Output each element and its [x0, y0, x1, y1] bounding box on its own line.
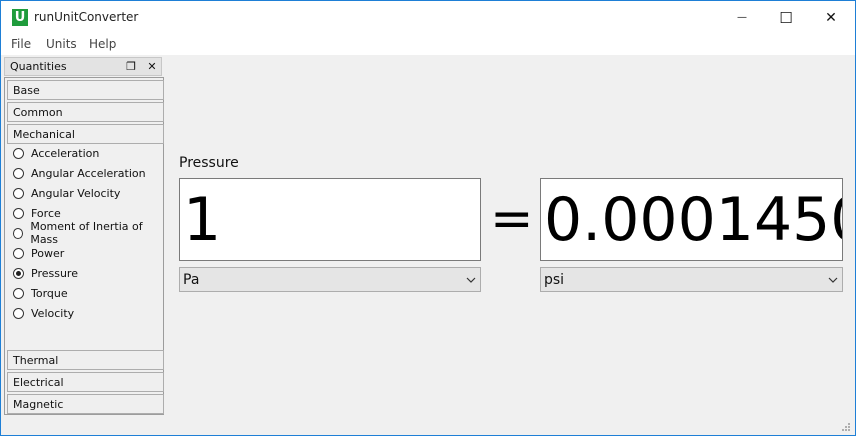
- window-title: runUnitConverter: [34, 10, 139, 24]
- quantity-label: Pressure: [179, 155, 239, 171]
- from-unit-dropdown[interactable]: Pa: [179, 267, 481, 292]
- radio-label: Angular Acceleration: [31, 166, 146, 180]
- menu-help[interactable]: Help: [89, 37, 116, 51]
- section-magnetic[interactable]: Magnetic: [7, 394, 164, 414]
- minimize-icon: —: [737, 12, 747, 23]
- radio-label: Velocity: [31, 306, 75, 320]
- menu-file[interactable]: File: [11, 37, 31, 51]
- radio-velocity[interactable]: Velocity: [13, 304, 74, 322]
- quantities-toolbox: Base Common Mechanical Acceleration Angu…: [4, 77, 164, 415]
- output-value-field[interactable]: 0.0001450: [540, 178, 843, 261]
- radio-button-icon[interactable]: [13, 307, 24, 319]
- radio-label: Acceleration: [31, 146, 100, 160]
- equals-sign: =: [490, 189, 534, 249]
- radio-torque[interactable]: Torque: [13, 284, 68, 302]
- menu-units[interactable]: Units: [46, 37, 77, 51]
- radio-label: Torque: [31, 286, 68, 300]
- radio-label: Pressure: [31, 266, 78, 280]
- close-button[interactable]: ✕: [808, 1, 854, 34]
- radio-label: Force: [31, 206, 61, 220]
- radio-button-icon[interactable]: [13, 227, 24, 239]
- from-unit-value: Pa: [183, 272, 200, 288]
- radio-acceleration[interactable]: Acceleration: [13, 144, 99, 162]
- section-thermal[interactable]: Thermal: [7, 350, 164, 370]
- section-base[interactable]: Base: [7, 80, 164, 100]
- radio-button-icon[interactable]: [13, 207, 24, 219]
- radio-button-icon[interactable]: [13, 287, 24, 299]
- maximize-icon: ☐: [779, 8, 793, 27]
- to-unit-value: psi: [544, 272, 565, 288]
- radio-button-icon[interactable]: [13, 147, 24, 159]
- section-mechanical[interactable]: Mechanical: [7, 124, 164, 144]
- input-value-field[interactable]: 1: [179, 178, 481, 261]
- quantities-dock-title[interactable]: Quantities ❐ ✕: [4, 57, 162, 76]
- minimize-button[interactable]: —: [719, 1, 765, 34]
- radio-power[interactable]: Power: [13, 244, 64, 262]
- to-unit-dropdown[interactable]: psi: [540, 267, 843, 292]
- radio-button-icon[interactable]: [13, 187, 24, 199]
- radio-moment-of-inertia[interactable]: Moment of Inertia of Mass: [13, 220, 163, 246]
- radio-button-icon[interactable]: [13, 247, 24, 259]
- main-window: U runUnitConverter — ☐ ✕ File Units Help…: [0, 0, 856, 436]
- radio-button-checked-icon[interactable]: [13, 267, 24, 279]
- menu-bar: File Units Help: [1, 34, 855, 55]
- app-icon: U: [12, 9, 28, 26]
- radio-button-icon[interactable]: [13, 167, 24, 179]
- radio-angular-acceleration[interactable]: Angular Acceleration: [13, 164, 146, 182]
- radio-label: Angular Velocity: [31, 186, 121, 200]
- dock-title-label: Quantities: [10, 60, 67, 73]
- dock-float-icon[interactable]: ❐: [123, 59, 139, 75]
- radio-label: Moment of Inertia of Mass: [30, 220, 143, 246]
- radio-pressure[interactable]: Pressure: [13, 264, 78, 282]
- close-icon: ✕: [825, 9, 837, 26]
- radio-angular-velocity[interactable]: Angular Velocity: [13, 184, 120, 202]
- maximize-button[interactable]: ☐: [763, 1, 809, 34]
- section-electrical[interactable]: Electrical: [7, 372, 164, 392]
- radio-label: Power: [31, 246, 65, 260]
- chevron-down-icon: [466, 268, 476, 302]
- dock-close-icon[interactable]: ✕: [144, 59, 160, 75]
- section-common[interactable]: Common: [7, 102, 164, 122]
- chevron-down-icon: [828, 268, 838, 302]
- title-bar[interactable]: U runUnitConverter — ☐ ✕: [1, 1, 855, 34]
- resize-grip-icon[interactable]: [841, 422, 851, 432]
